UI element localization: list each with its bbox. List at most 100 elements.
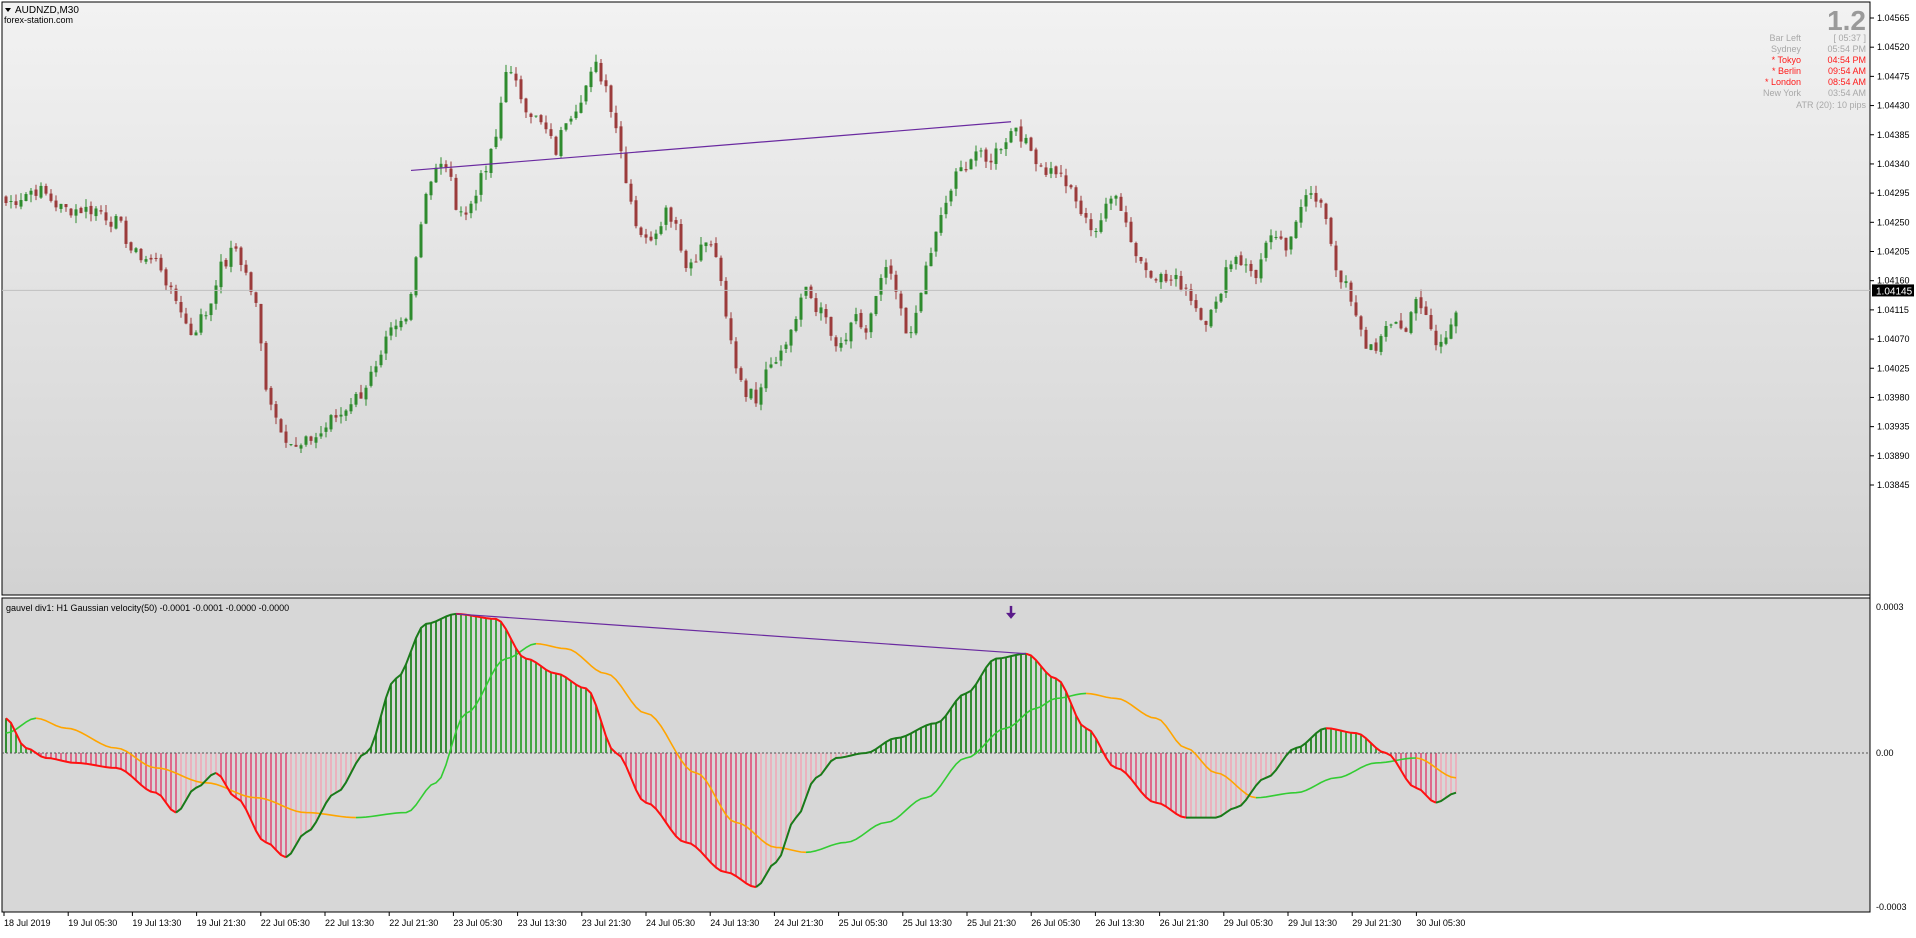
session-row-label: New York	[1763, 88, 1802, 98]
current-price-tag: 1.04145	[1872, 284, 1914, 297]
candle	[1199, 307, 1203, 321]
indicator-panel	[1, 597, 1871, 913]
candle	[124, 216, 128, 249]
price-tick-label: 1.03980	[1877, 392, 1910, 402]
price-tick-label: 1.04205	[1877, 247, 1910, 257]
price-tick-label: 1.04385	[1877, 130, 1910, 140]
time-tick-label: 19 Jul 21:30	[197, 918, 246, 928]
candle	[1209, 309, 1213, 328]
price-tick-label: 1.04520	[1877, 42, 1910, 52]
time-tick-label: 18 Jul 2019	[4, 918, 51, 928]
candle	[1329, 216, 1333, 247]
session-row-value: 04:54 PM	[1827, 55, 1866, 65]
price-tick-label: 1.04025	[1877, 363, 1910, 373]
candle	[724, 277, 728, 319]
session-row-label: * Tokyo	[1772, 55, 1801, 65]
time-tick-label: 22 Jul 13:30	[325, 918, 374, 928]
price-panel	[1, 1, 1871, 596]
price-tick-label: 1.04430	[1877, 101, 1910, 111]
time-tick-label: 24 Jul 21:30	[774, 918, 823, 928]
time-tick-label: 24 Jul 13:30	[710, 918, 759, 928]
time-tick-label: 26 Jul 13:30	[1095, 918, 1144, 928]
time-tick-label: 19 Jul 13:30	[132, 918, 181, 928]
time-tick-label: 25 Jul 21:30	[967, 918, 1016, 928]
indicator-bottom-label: -0.0003	[1876, 902, 1907, 912]
candle	[1294, 220, 1298, 239]
candle	[809, 284, 813, 300]
big-value-label: 1.2	[1827, 5, 1866, 36]
time-tick-label: 23 Jul 13:30	[518, 918, 567, 928]
session-row-value: 08:54 AM	[1828, 77, 1866, 87]
time-tick-label: 25 Jul 13:30	[903, 918, 952, 928]
candle	[1369, 344, 1373, 351]
session-row-value: [ 05:37 ]	[1833, 33, 1866, 43]
time-tick-label: 24 Jul 05:30	[646, 918, 695, 928]
price-tick-label: 1.04070	[1877, 334, 1910, 344]
candle	[919, 292, 923, 313]
candle	[499, 96, 503, 141]
price-tick-label: 1.04340	[1877, 159, 1910, 169]
chart-window: 1.04565 1.04520 1.04475 1.04430 1.04385 1.043…	[0, 0, 1916, 933]
time-tick-label: 30 Jul 05:30	[1416, 918, 1465, 928]
candle	[1149, 270, 1153, 279]
time-tick-label: 23 Jul 21:30	[582, 918, 631, 928]
time-tick-label: 29 Jul 05:30	[1224, 918, 1273, 928]
candle	[419, 221, 423, 259]
session-row-label: * London	[1765, 77, 1801, 87]
candle	[679, 219, 683, 253]
candle	[904, 307, 908, 334]
candle	[414, 255, 418, 298]
time-tick-label: 29 Jul 13:30	[1288, 918, 1337, 928]
indicator-top-label: 0.0003	[1876, 602, 1904, 612]
indicator-title: gauvel div1: H1 Gaussian velocity(50) -0…	[6, 603, 289, 613]
price-tick-label: 1.04115	[1877, 305, 1909, 315]
time-tick-label: 19 Jul 05:30	[68, 918, 117, 928]
candle	[749, 388, 753, 401]
time-tick-label: 29 Jul 21:30	[1352, 918, 1401, 928]
candle	[1409, 310, 1413, 335]
price-tick-label: 1.04160	[1877, 276, 1910, 286]
candle	[739, 366, 743, 382]
candle	[1029, 136, 1033, 152]
candle	[634, 195, 638, 229]
candle	[249, 271, 253, 296]
indicator-zero-label: 0.00	[1876, 748, 1894, 758]
candle	[874, 295, 878, 317]
price-tick-label: 1.03845	[1877, 480, 1910, 490]
session-row-label: * Berlin	[1772, 66, 1801, 76]
candle	[924, 261, 928, 295]
time-tick-label: 25 Jul 05:30	[839, 918, 888, 928]
candle	[114, 214, 118, 230]
price-tick-label: 1.04475	[1877, 71, 1910, 81]
candle	[734, 337, 738, 374]
price-tick-label: 1.04565	[1877, 13, 1910, 23]
current-price-label: 1.04145	[1876, 286, 1913, 297]
candle	[409, 292, 413, 322]
session-row-value: 09:54 AM	[1828, 66, 1866, 76]
candle	[1219, 292, 1223, 303]
atr-label: ATR (20): 10 pips	[1796, 100, 1866, 110]
session-row-label: Bar Left	[1769, 33, 1801, 43]
candle	[329, 414, 333, 432]
time-tick-label: 26 Jul 21:30	[1160, 918, 1209, 928]
candle	[969, 158, 973, 170]
candle	[559, 126, 563, 159]
time-tick-label: 22 Jul 05:30	[261, 918, 310, 928]
time-tick-label: 22 Jul 21:30	[389, 918, 438, 928]
chart-svg: 1.04565 1.04520 1.04475 1.04430 1.04385 1.043…	[0, 0, 1916, 933]
price-tick-label: 1.03890	[1877, 451, 1910, 461]
time-tick-label: 26 Jul 05:30	[1031, 918, 1080, 928]
session-row-label: Sydney	[1771, 44, 1802, 54]
time-tick-label: 23 Jul 05:30	[453, 918, 502, 928]
price-tick-label: 1.04250	[1877, 217, 1910, 227]
session-row-value: 03:54 AM	[1828, 88, 1866, 98]
candle	[1364, 326, 1368, 349]
candle	[424, 192, 428, 225]
candle	[264, 340, 268, 392]
site-label: forex-station.com	[4, 15, 73, 25]
price-tick-label: 1.04295	[1877, 188, 1910, 198]
session-row-value: 05:54 PM	[1827, 44, 1866, 54]
candle	[279, 418, 283, 433]
candle	[554, 135, 558, 156]
price-tick-label: 1.03935	[1877, 422, 1910, 432]
